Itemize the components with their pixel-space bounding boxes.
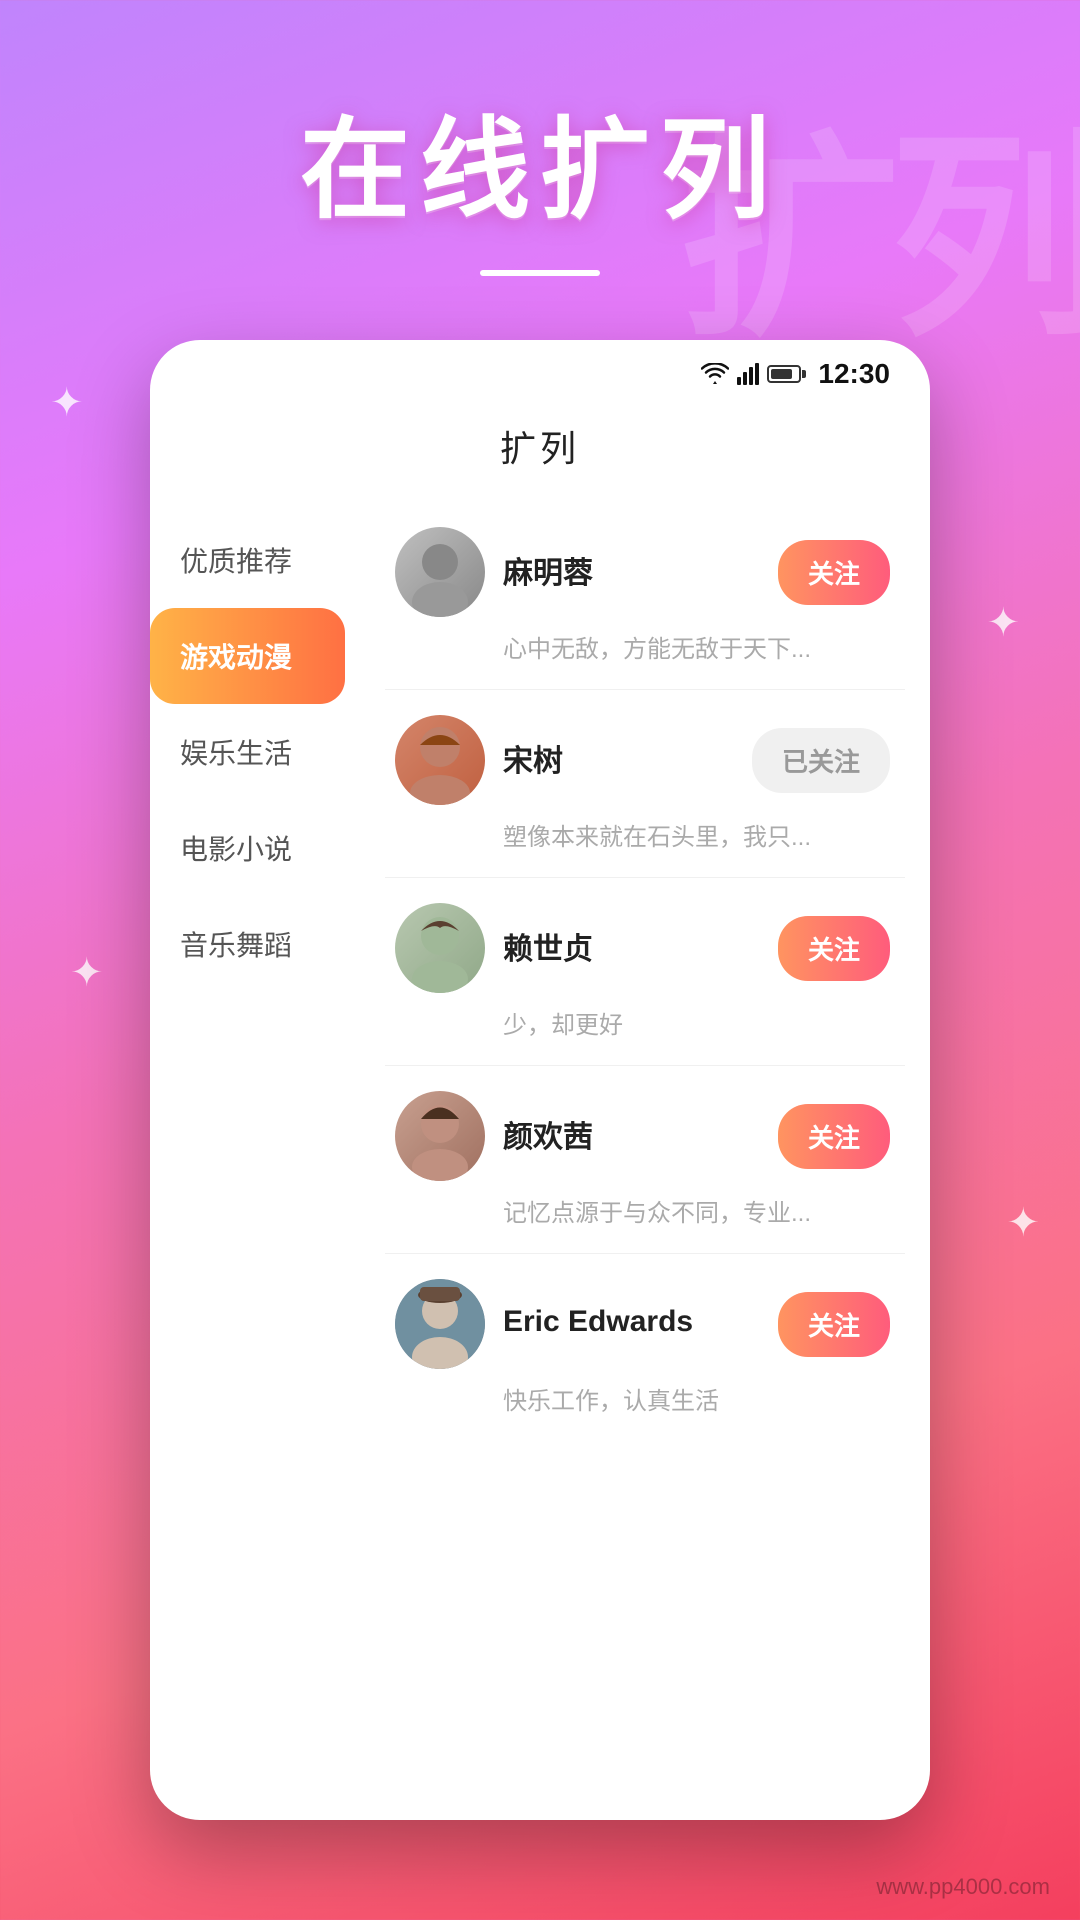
sparkle-icon-4: ✦ bbox=[1006, 1200, 1040, 1246]
user-card-3: 赖世贞 关注 少，却更好 bbox=[385, 878, 905, 1066]
follow-button-1[interactable]: 关注 bbox=[778, 540, 890, 605]
user-name-3: 赖世贞 bbox=[503, 924, 760, 968]
user-info-2: 宋树 bbox=[503, 736, 734, 785]
battery-icon bbox=[767, 365, 801, 383]
sparkle-icon-1: ✦ bbox=[50, 380, 84, 426]
user-row-4: 颜欢茜 关注 bbox=[395, 1091, 890, 1181]
sidebar-item-entertainment[interactable]: 娱乐生活 bbox=[150, 704, 350, 800]
user-row-5: Eric Edwards 关注 bbox=[395, 1279, 890, 1369]
user-desc-3: 少，却更好 bbox=[395, 1005, 890, 1040]
sidebar: 优质推荐 游戏动漫 娱乐生活 电影小说 音乐舞蹈 bbox=[150, 502, 360, 1441]
user-desc-4: 记忆点源于与众不同，专业... bbox=[395, 1193, 890, 1228]
sidebar-item-quality[interactable]: 优质推荐 bbox=[150, 512, 350, 608]
user-card-2: 宋树 已关注 塑像本来就在石头里，我只... bbox=[385, 690, 905, 878]
user-card-5: Eric Edwards 关注 快乐工作，认真生活 bbox=[385, 1254, 905, 1441]
user-info-1: 麻明蓉 bbox=[503, 548, 760, 597]
avatar-1 bbox=[395, 527, 485, 617]
user-row-1: 麻明蓉 关注 bbox=[395, 527, 890, 617]
hero-divider bbox=[480, 270, 600, 276]
user-row-2: 宋树 已关注 bbox=[395, 715, 890, 805]
wifi-icon bbox=[701, 363, 729, 385]
sidebar-item-game[interactable]: 游戏动漫 bbox=[150, 608, 345, 704]
sidebar-item-music[interactable]: 音乐舞蹈 bbox=[150, 896, 350, 992]
user-card-1: 麻明蓉 关注 心中无敌，方能无敌于天下... bbox=[385, 502, 905, 690]
avatar-4 bbox=[395, 1091, 485, 1181]
status-bar: 12:30 bbox=[150, 340, 930, 400]
user-name-1: 麻明蓉 bbox=[503, 548, 760, 592]
user-info-4: 颜欢茜 bbox=[503, 1112, 760, 1161]
avatar-2 bbox=[395, 715, 485, 805]
app-header: 扩列 bbox=[150, 400, 930, 502]
follow-button-2[interactable]: 已关注 bbox=[752, 728, 890, 793]
user-name-2: 宋树 bbox=[503, 736, 734, 780]
follow-button-4[interactable]: 关注 bbox=[778, 1104, 890, 1169]
sparkle-icon-2: ✦ bbox=[986, 600, 1020, 646]
hero-title: 在线扩列 bbox=[300, 80, 780, 240]
main-content: 优质推荐 游戏动漫 娱乐生活 电影小说 音乐舞蹈 麻明蓉 bbox=[150, 502, 930, 1471]
phone-mockup: 12:30 扩列 优质推荐 游戏动漫 娱乐生活 电影小说 音乐舞蹈 bbox=[150, 340, 930, 1820]
user-row-3: 赖世贞 关注 bbox=[395, 903, 890, 993]
user-desc-5: 快乐工作，认真生活 bbox=[395, 1381, 890, 1416]
avatar-5 bbox=[395, 1279, 485, 1369]
signal-icon bbox=[737, 363, 759, 385]
user-info-3: 赖世贞 bbox=[503, 924, 760, 973]
status-icons bbox=[701, 363, 801, 385]
user-name-4: 颜欢茜 bbox=[503, 1112, 760, 1156]
hero-area: 在线扩列 bbox=[0, 0, 1080, 276]
user-list: 麻明蓉 关注 心中无敌，方能无敌于天下... bbox=[360, 502, 930, 1441]
follow-button-3[interactable]: 关注 bbox=[778, 916, 890, 981]
user-card-4: 颜欢茜 关注 记忆点源于与众不同，专业... bbox=[385, 1066, 905, 1254]
sparkle-icon-3: ✦ bbox=[70, 950, 104, 996]
user-info-5: Eric Edwards bbox=[503, 1305, 760, 1344]
watermark: www.pp4000.com bbox=[876, 1874, 1050, 1900]
user-desc-2: 塑像本来就在石头里，我只... bbox=[395, 817, 890, 852]
user-name-5: Eric Edwards bbox=[503, 1305, 760, 1339]
status-time: 12:30 bbox=[818, 358, 890, 390]
avatar-3 bbox=[395, 903, 485, 993]
follow-button-5[interactable]: 关注 bbox=[778, 1292, 890, 1357]
sidebar-item-movie[interactable]: 电影小说 bbox=[150, 800, 350, 896]
user-desc-1: 心中无敌，方能无敌于天下... bbox=[395, 629, 890, 664]
